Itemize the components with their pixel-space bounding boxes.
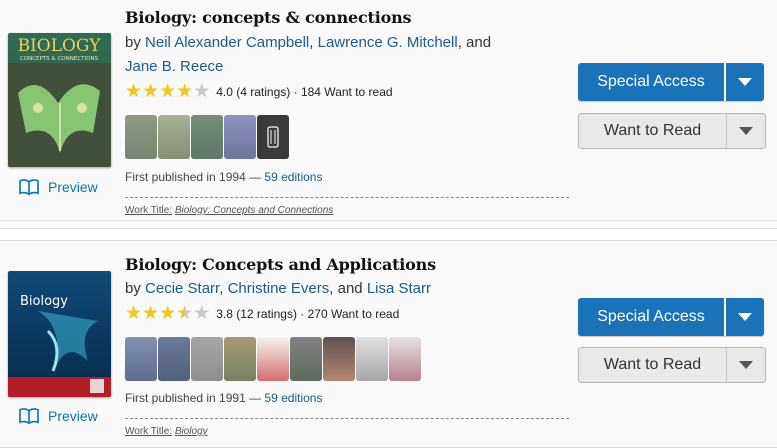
- author-link[interactable]: Cecie Starr: [145, 280, 219, 297]
- want-to-read-label[interactable]: Want to Read: [579, 348, 727, 382]
- want-to-read-button[interactable]: Want to Read: [578, 347, 766, 383]
- edition-covers: [125, 337, 421, 381]
- edition-cover[interactable]: [158, 337, 190, 381]
- work-title-link[interactable]: Biology: [175, 426, 208, 437]
- preview-label: Preview: [48, 179, 98, 195]
- preview-link[interactable]: Preview: [18, 178, 98, 196]
- edition-cover[interactable]: [125, 337, 157, 381]
- author-link[interactable]: Christine Evers: [228, 280, 330, 297]
- star-icon: ★: [159, 81, 177, 102]
- triangle-down-icon: [738, 78, 752, 86]
- book-result: BIOLOGY CONCEPTS & CONNECTIONS Preview B…: [0, 0, 777, 221]
- author-line: by Neil Alexander Campbell, Lawrence G. …: [125, 34, 492, 75]
- book-cover[interactable]: BIOLOGY CONCEPTS & CONNECTIONS: [8, 33, 111, 167]
- editions-link[interactable]: 59 editions: [264, 391, 322, 405]
- edition-cover[interactable]: [389, 337, 421, 381]
- book-title[interactable]: Biology: concepts & connections: [125, 8, 412, 27]
- generic-book-icon: [267, 126, 279, 148]
- edition-cover[interactable]: [323, 337, 355, 381]
- book-result: Biology Preview Biology: Concepts and Ap…: [0, 240, 777, 448]
- special-access-label[interactable]: Special Access: [578, 298, 726, 336]
- special-access-button[interactable]: Special Access: [578, 63, 764, 101]
- shelf-dropdown[interactable]: [727, 348, 765, 382]
- author-link[interactable]: Jane B. Reece: [125, 58, 223, 75]
- ratings-row: ★ ★ ★ ★ ★ 4.0 (4 ratings) · 184 Want to …: [125, 81, 393, 102]
- cover-title: BIOLOGY: [18, 36, 102, 56]
- star-icon: ★: [159, 303, 177, 324]
- edition-cover[interactable]: [257, 337, 289, 381]
- edition-cover[interactable]: [356, 337, 388, 381]
- ratings-row: ★ ★ ★ ★ ★ 3.8 (12 ratings) · 270 Want to…: [125, 303, 400, 324]
- book-cover[interactable]: Biology: [8, 271, 111, 397]
- star-rating: ★ ★ ★ ★ ★: [125, 303, 211, 324]
- edition-cover[interactable]: [224, 337, 256, 381]
- special-access-dropdown[interactable]: [726, 63, 764, 101]
- special-access-label[interactable]: Special Access: [578, 63, 726, 101]
- book-open-icon: [19, 408, 39, 425]
- search-results: BIOLOGY CONCEPTS & CONNECTIONS Preview B…: [0, 0, 777, 448]
- shelf-dropdown[interactable]: [727, 114, 765, 148]
- triangle-down-icon: [739, 127, 753, 135]
- want-count: · 270 Want to read: [300, 306, 400, 321]
- editions-link[interactable]: 59 editions: [264, 170, 322, 184]
- edition-cover[interactable]: [191, 115, 223, 159]
- star-icon: ★: [142, 81, 160, 102]
- edition-cover[interactable]: [290, 337, 322, 381]
- star-icon: ★: [193, 81, 211, 102]
- edition-cover[interactable]: [158, 115, 190, 159]
- book-open-icon: [19, 179, 39, 196]
- book-title[interactable]: Biology: Concepts and Applications: [125, 255, 436, 274]
- star-icon: ★: [193, 303, 211, 324]
- star-icon: ★: [125, 81, 143, 102]
- star-icon: ★: [142, 303, 160, 324]
- work-title-link[interactable]: Biology: Concepts and Connections: [175, 205, 333, 216]
- rating-text: 3.8 (12 ratings): [216, 306, 297, 321]
- star-icon: ★: [176, 303, 194, 324]
- svg-text:CONCEPTS & CONNECTIONS: CONCEPTS & CONNECTIONS: [20, 56, 99, 62]
- author-link[interactable]: Lawrence G. Mitchell: [318, 34, 458, 51]
- star-rating: ★ ★ ★ ★ ★: [125, 81, 211, 102]
- edition-covers: [125, 115, 289, 159]
- edition-cover[interactable]: [224, 115, 256, 159]
- preview-label: Preview: [48, 408, 98, 424]
- special-access-button[interactable]: Special Access: [578, 298, 764, 336]
- star-icon: ★: [176, 81, 194, 102]
- edition-cover[interactable]: [257, 115, 289, 159]
- first-published: First published in 1991 — 59 editions: [125, 391, 323, 405]
- special-access-dropdown[interactable]: [726, 298, 764, 336]
- want-to-read-button[interactable]: Want to Read: [578, 113, 766, 149]
- edition-cover[interactable]: [191, 337, 223, 381]
- triangle-down-icon: [738, 313, 752, 321]
- want-count: · 184 Want to read: [293, 84, 393, 99]
- first-published: First published in 1994 — 59 editions: [125, 170, 323, 184]
- star-icon: ★: [125, 303, 143, 324]
- rating-text: 4.0 (4 ratings): [216, 84, 291, 99]
- work-title: Work Title: Biology: [125, 418, 569, 437]
- author-link[interactable]: Lisa Starr: [367, 280, 431, 297]
- want-to-read-label[interactable]: Want to Read: [579, 114, 727, 148]
- edition-cover[interactable]: [125, 115, 157, 159]
- author-link[interactable]: Neil Alexander Campbell: [145, 34, 309, 51]
- preview-link[interactable]: Preview: [18, 407, 98, 425]
- work-title: Work Title: Biology: Concepts and Connec…: [125, 197, 569, 216]
- cover-title: Biology: [20, 294, 68, 309]
- triangle-down-icon: [739, 361, 753, 369]
- result-divider: [0, 228, 777, 240]
- author-line: by Cecie Starr, Christine Evers, and Lis…: [125, 280, 432, 297]
